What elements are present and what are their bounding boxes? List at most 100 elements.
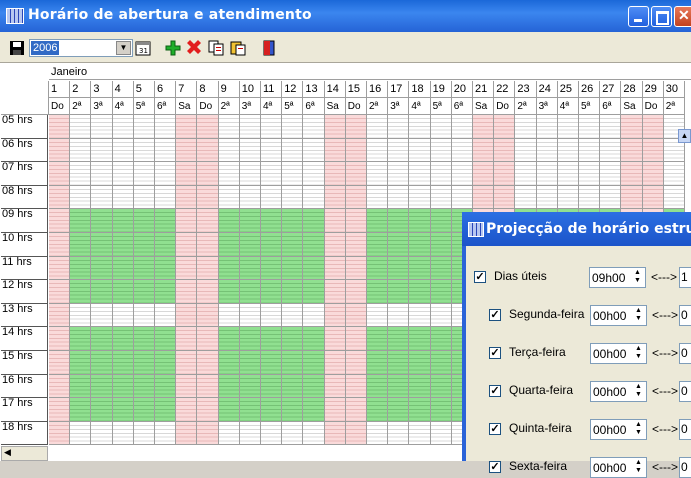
time-cell[interactable] (133, 421, 155, 446)
time-cell[interactable] (600, 162, 622, 186)
time-cell[interactable] (239, 162, 261, 186)
time-cell[interactable] (70, 209, 92, 233)
time-cell[interactable] (345, 327, 367, 351)
day-checkbox[interactable]: ✓ (489, 347, 501, 359)
time-cell[interactable] (430, 256, 452, 281)
time-cell[interactable] (303, 303, 325, 328)
time-cell[interactable] (218, 303, 240, 328)
time-cell[interactable] (430, 185, 452, 210)
time-cell[interactable] (239, 185, 261, 210)
time-cell[interactable] (91, 303, 113, 328)
time-cell[interactable] (388, 233, 410, 257)
time-cell[interactable] (409, 162, 431, 186)
time-cell[interactable] (430, 138, 452, 163)
time-cell[interactable] (176, 421, 198, 446)
time-cell[interactable] (176, 280, 198, 304)
spinner-arrows-icon[interactable]: ▲ ▼ (632, 345, 645, 362)
time-cell[interactable] (261, 421, 283, 446)
time-cell[interactable] (494, 185, 516, 210)
time-cell[interactable] (324, 185, 346, 210)
time-cell[interactable] (303, 209, 325, 233)
time-cell[interactable] (239, 374, 261, 399)
time-cell[interactable] (70, 374, 92, 399)
time-cell[interactable] (473, 115, 495, 139)
time-cell[interactable] (473, 162, 495, 186)
time-cell[interactable] (91, 233, 113, 257)
time-cell[interactable] (367, 115, 389, 139)
time-cell[interactable] (367, 233, 389, 257)
time-cell[interactable] (49, 374, 71, 399)
projection-dialog[interactable]: Projecção de horário estrutur ✓ Dias útei… (462, 212, 691, 478)
time-cell[interactable] (303, 162, 325, 186)
time-cell[interactable] (176, 256, 198, 281)
maximize-button[interactable] (651, 6, 672, 27)
time-cell[interactable] (345, 256, 367, 281)
time-cell[interactable] (112, 233, 134, 257)
time-cell[interactable] (70, 421, 92, 446)
time-cell[interactable] (409, 351, 431, 375)
time-cell[interactable] (388, 421, 410, 446)
time-cell[interactable] (409, 256, 431, 281)
time-cell[interactable] (239, 233, 261, 257)
time-cell[interactable] (282, 138, 304, 163)
time-cell[interactable] (112, 421, 134, 446)
time-cell[interactable] (430, 327, 452, 351)
time-cell[interactable] (155, 303, 177, 328)
time-cell[interactable] (197, 280, 219, 304)
time-cell[interactable] (218, 209, 240, 233)
time-cell[interactable] (345, 138, 367, 163)
time-cell[interactable] (557, 185, 579, 210)
time-cell[interactable] (367, 162, 389, 186)
time-cell[interactable] (49, 162, 71, 186)
time-cell[interactable] (282, 351, 304, 375)
time-cell[interactable] (409, 421, 431, 446)
time-cell[interactable] (451, 115, 473, 139)
time-cell[interactable] (49, 280, 71, 304)
time-cell[interactable] (218, 374, 240, 399)
time-cell[interactable] (345, 115, 367, 139)
time-cell[interactable] (388, 351, 410, 375)
time-cell[interactable] (218, 162, 240, 186)
from-time-spinner[interactable]: 00h00 ▲ ▼ (590, 419, 647, 440)
time-cell[interactable] (133, 256, 155, 281)
time-cell[interactable] (388, 209, 410, 233)
from-time-spinner[interactable]: 00h00 ▲ ▼ (590, 457, 647, 478)
time-cell[interactable] (91, 138, 113, 163)
time-cell[interactable] (112, 209, 134, 233)
time-cell[interactable] (49, 256, 71, 281)
time-cell[interactable] (345, 280, 367, 304)
time-cell[interactable] (324, 162, 346, 186)
time-cell[interactable] (112, 162, 134, 186)
time-cell[interactable] (239, 138, 261, 163)
time-cell[interactable] (473, 185, 495, 210)
time-cell[interactable] (324, 398, 346, 422)
from-time-spinner[interactable]: 00h00 ▲ ▼ (590, 343, 647, 364)
time-cell[interactable] (409, 209, 431, 233)
day-checkbox[interactable]: ✓ (489, 309, 501, 321)
time-cell[interactable] (409, 398, 431, 422)
day-checkbox[interactable]: ✓ (489, 423, 501, 435)
time-cell[interactable] (112, 138, 134, 163)
time-cell[interactable] (494, 138, 516, 163)
time-cell[interactable] (345, 185, 367, 210)
time-cell[interactable] (261, 351, 283, 375)
time-cell[interactable] (218, 327, 240, 351)
time-cell[interactable] (239, 351, 261, 375)
time-cell[interactable] (155, 185, 177, 210)
time-cell[interactable] (133, 115, 155, 139)
time-cell[interactable] (49, 327, 71, 351)
time-cell[interactable] (409, 185, 431, 210)
from-time-spinner[interactable]: 00h00 ▲ ▼ (590, 381, 647, 402)
from-time-spinner[interactable]: 09h00 ▲ ▼ (589, 267, 646, 288)
time-cell[interactable] (282, 303, 304, 328)
time-cell[interactable] (49, 185, 71, 210)
time-cell[interactable] (282, 280, 304, 304)
time-cell[interactable] (303, 351, 325, 375)
year-select[interactable]: 2006 ▼ (29, 39, 133, 57)
time-cell[interactable] (409, 327, 431, 351)
from-time-spinner[interactable]: 00h00 ▲ ▼ (590, 305, 647, 326)
time-cell[interactable] (515, 185, 537, 210)
time-cell[interactable] (176, 374, 198, 399)
time-cell[interactable] (197, 138, 219, 163)
time-cell[interactable] (324, 138, 346, 163)
